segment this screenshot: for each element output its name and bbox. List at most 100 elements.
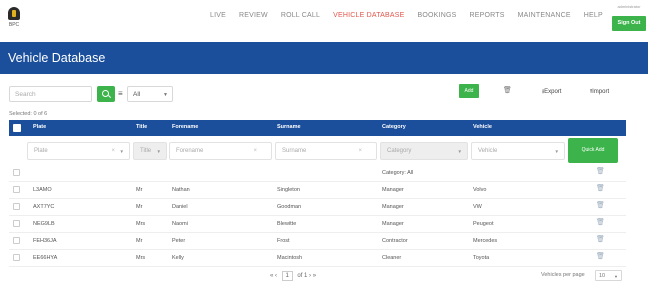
cell-forename: Daniel bbox=[172, 204, 188, 210]
plate-filter[interactable]: Plate × ▼ bbox=[27, 142, 130, 160]
cell-forename: Kelly bbox=[172, 255, 184, 261]
clear-icon[interactable]: × bbox=[358, 148, 362, 154]
chevron-down-icon: ▼ bbox=[614, 274, 618, 279]
cell-category: Cleaner bbox=[382, 255, 402, 261]
vehicle-filter-placeholder: Vehicle bbox=[478, 148, 498, 154]
chevron-down-icon: ▼ bbox=[163, 92, 168, 98]
title-filter[interactable]: Title ▼ bbox=[133, 142, 167, 160]
page-count: of 1 bbox=[297, 273, 308, 279]
column-header-category[interactable]: Category bbox=[382, 124, 406, 130]
row-checkbox[interactable] bbox=[13, 254, 20, 261]
quick-add-button[interactable]: Quick Add bbox=[568, 138, 618, 163]
column-header-title[interactable]: Title bbox=[136, 124, 147, 130]
cell-category: Contractor bbox=[382, 238, 408, 244]
filter-select[interactable]: All ▼ bbox=[127, 86, 173, 102]
export-button[interactable]: ⭳Export bbox=[542, 87, 561, 97]
delete-icon[interactable]: 🗑 bbox=[596, 168, 605, 176]
row-checkbox[interactable] bbox=[13, 220, 20, 227]
nav-item-review[interactable]: REVIEW bbox=[239, 12, 268, 19]
page-number-input[interactable]: 1 bbox=[281, 271, 293, 281]
forename-filter-placeholder: Forename bbox=[176, 148, 204, 154]
table-row[interactable]: EE66HYA Mrs Kelly Macintosh Cleaner Toyo… bbox=[9, 250, 626, 267]
cell-vehicle: Volvo bbox=[473, 187, 487, 193]
search-input[interactable]: Search bbox=[9, 86, 92, 102]
clear-icon[interactable]: × bbox=[111, 148, 115, 154]
delete-icon[interactable]: 🗑 bbox=[596, 219, 605, 227]
forename-filter[interactable]: Forename × bbox=[169, 142, 272, 160]
cell-category: Manager bbox=[382, 187, 404, 193]
category-row-text: Category: All bbox=[382, 170, 414, 176]
category-filter[interactable]: Category ▼ bbox=[380, 142, 468, 160]
column-header-vehicle[interactable]: Vehicle bbox=[473, 124, 492, 130]
table-row[interactable]: L3AMO Mr Nathan Singleton Manager Volvo … bbox=[9, 182, 626, 199]
table-header: Plate Title Forename Surname Category Ve… bbox=[9, 120, 626, 136]
cell-plate: AXT7YC bbox=[33, 204, 55, 210]
next-page-button[interactable]: › bbox=[309, 273, 311, 279]
vehicle-filter[interactable]: Vehicle ▼ bbox=[471, 142, 565, 160]
sign-out-button[interactable]: Sign Out bbox=[612, 16, 646, 31]
cell-forename: Naomi bbox=[172, 221, 188, 227]
filter-select-value: All bbox=[133, 91, 141, 98]
cell-forename: Peter bbox=[172, 238, 186, 244]
per-page-select[interactable]: 10 ▼ bbox=[595, 270, 622, 281]
add-button[interactable]: Add bbox=[459, 84, 479, 98]
row-checkbox[interactable] bbox=[13, 169, 20, 176]
cell-surname: Macintosh bbox=[277, 255, 303, 261]
column-header-forename[interactable]: Forename bbox=[172, 124, 198, 130]
delete-icon[interactable]: 🗑 bbox=[596, 185, 605, 193]
first-page-button[interactable]: « bbox=[270, 273, 273, 279]
nav-item-maintenance[interactable]: MAINTENANCE bbox=[518, 12, 571, 19]
nav-item-help[interactable]: HELP bbox=[584, 12, 603, 19]
pagination: « ‹ 1 of 1 › » bbox=[270, 271, 316, 281]
chevron-down-icon: ▼ bbox=[457, 149, 462, 154]
per-page-value: 10 bbox=[599, 273, 606, 279]
nav-item-vehicle-database[interactable]: VEHICLE DATABASE bbox=[333, 12, 404, 19]
nav-item-bookings[interactable]: BOOKINGS bbox=[418, 12, 457, 19]
per-page-label: Vehicles per page bbox=[541, 272, 585, 278]
cell-vehicle: Peugeot bbox=[473, 221, 494, 227]
cell-title: Mrs bbox=[136, 221, 146, 227]
table-row[interactable]: AXT7YC Mr Daniel Goodman Manager VW 🗑 bbox=[9, 199, 626, 216]
column-header-surname[interactable]: Surname bbox=[277, 124, 301, 130]
table-row[interactable]: NEG9LB Mrs Naomi Blewitte Manager Peugeo… bbox=[9, 216, 626, 233]
surname-filter[interactable]: Surname × bbox=[275, 142, 377, 160]
logo-text: BPC bbox=[8, 22, 20, 28]
cell-forename: Nathan bbox=[172, 187, 190, 193]
delete-icon[interactable]: 🗑 bbox=[596, 236, 605, 244]
logo-icon bbox=[8, 7, 20, 20]
search-button[interactable] bbox=[97, 86, 115, 102]
cell-plate: NEG9LB bbox=[33, 221, 55, 227]
bulk-delete-icon[interactable]: 🗑 bbox=[503, 86, 512, 94]
delete-icon[interactable]: 🗑 bbox=[596, 202, 605, 210]
cell-plate: EE66HYA bbox=[33, 255, 58, 261]
prev-page-button[interactable]: ‹ bbox=[275, 273, 277, 279]
filter-row: Plate × ▼ Title ▼ Forename × Surname × Ca… bbox=[9, 138, 626, 164]
title-filter-placeholder: Title bbox=[140, 148, 152, 154]
user-label: administrator bbox=[617, 4, 641, 9]
chevron-down-icon: ▼ bbox=[119, 149, 124, 154]
select-all-checkbox[interactable] bbox=[13, 124, 21, 132]
import-button[interactable]: ⭱Import bbox=[590, 87, 609, 97]
last-page-button[interactable]: » bbox=[313, 273, 316, 279]
logo[interactable]: BPC bbox=[6, 7, 22, 31]
filter-icon: ≡ bbox=[118, 89, 123, 98]
surname-filter-placeholder: Surname bbox=[282, 148, 307, 154]
table-row[interactable]: FEH36JA Mr Peter Frost Contractor Merced… bbox=[9, 233, 626, 250]
row-checkbox[interactable] bbox=[13, 237, 20, 244]
chevron-down-icon: ▼ bbox=[554, 149, 559, 154]
cell-surname: Frost bbox=[277, 238, 290, 244]
row-checkbox[interactable] bbox=[13, 186, 20, 193]
nav-item-roll-call[interactable]: ROLL CALL bbox=[281, 12, 320, 19]
nav-item-live[interactable]: LIVE bbox=[210, 12, 226, 19]
row-checkbox[interactable] bbox=[13, 203, 20, 210]
cell-vehicle: Mercedes bbox=[473, 238, 498, 244]
cell-category: Manager bbox=[382, 221, 404, 227]
delete-icon[interactable]: 🗑 bbox=[596, 253, 605, 261]
nav-item-reports[interactable]: REPORTS bbox=[469, 12, 504, 19]
cell-vehicle: Toyota bbox=[473, 255, 490, 261]
export-label: Export bbox=[544, 89, 562, 95]
column-header-plate[interactable]: Plate bbox=[33, 124, 46, 130]
cell-title: Mr bbox=[136, 238, 143, 244]
clear-icon[interactable]: × bbox=[253, 148, 257, 154]
page-header: Vehicle Database bbox=[0, 42, 648, 74]
